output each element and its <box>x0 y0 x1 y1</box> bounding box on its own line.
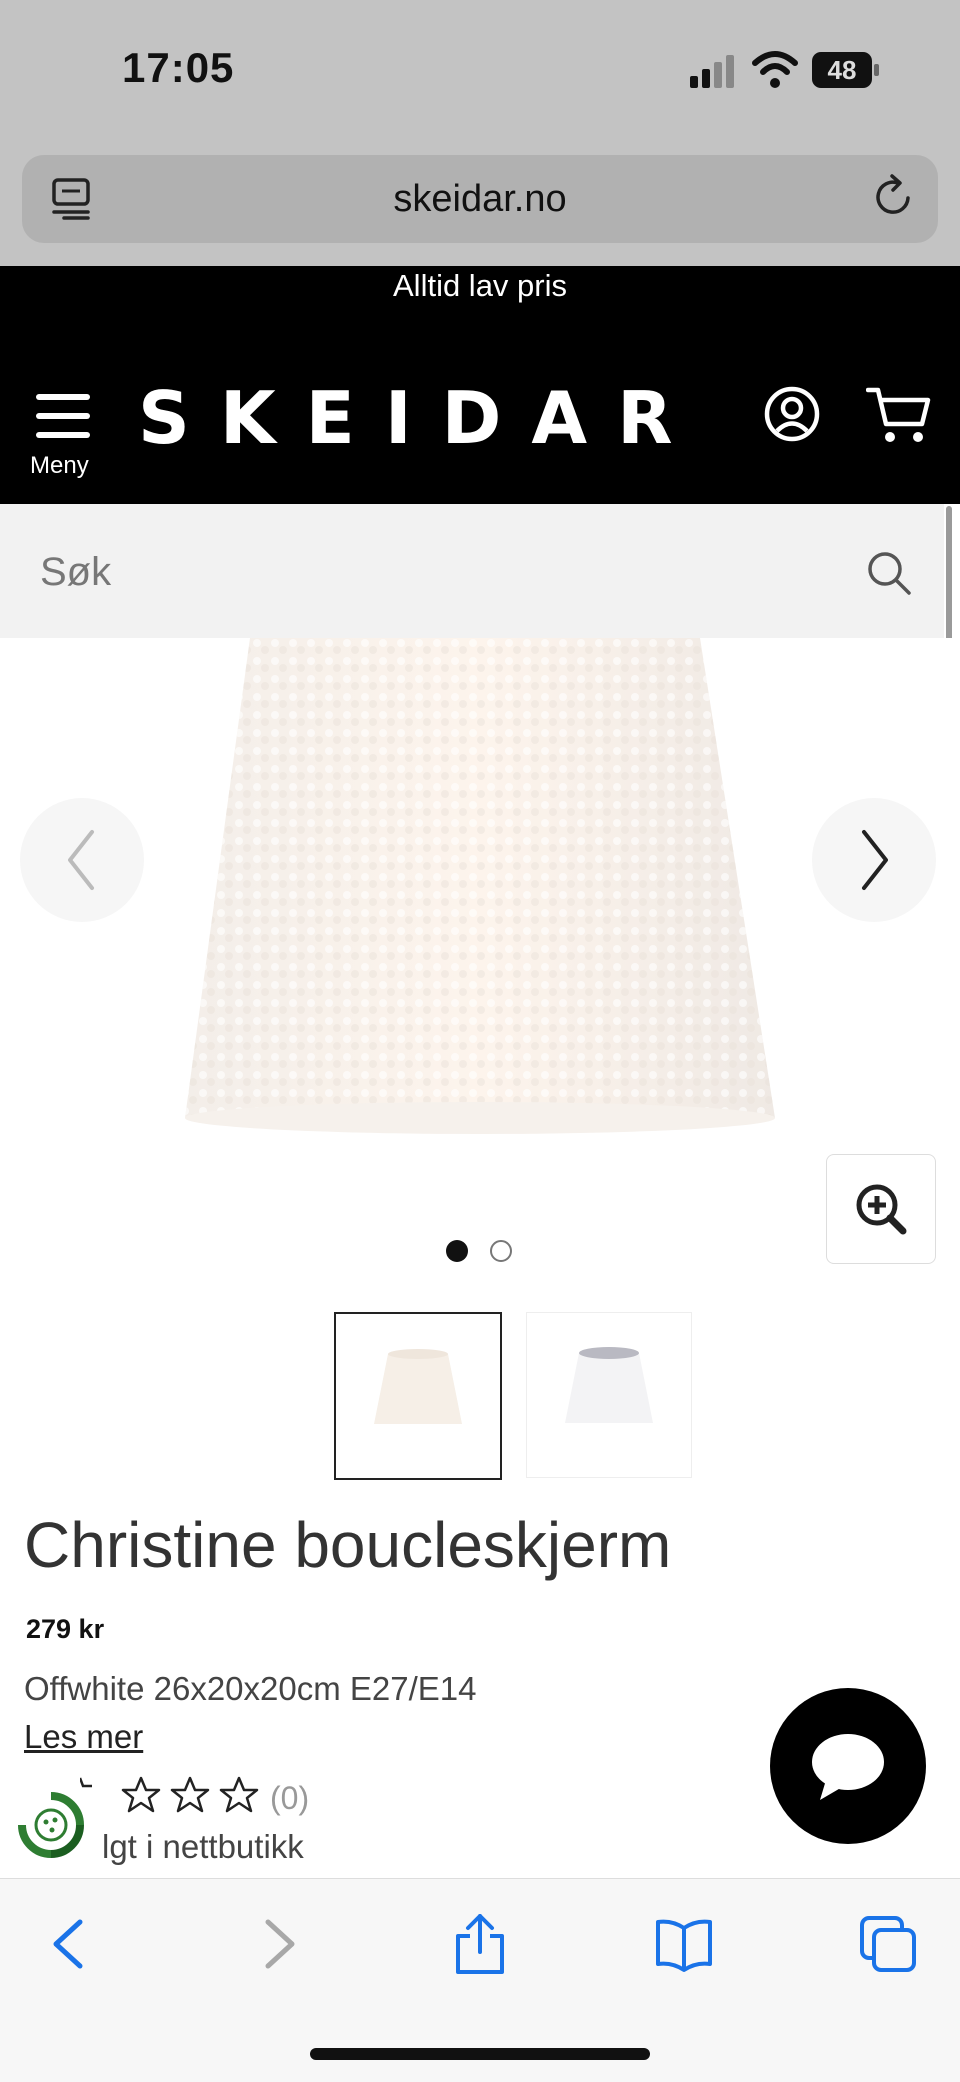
site-logo[interactable]: SKEIDAR <box>138 376 673 460</box>
menu-label[interactable]: Meny <box>30 452 89 480</box>
signal-icon <box>690 55 734 88</box>
product-variant: Offwhite 26x20x20cm E27/E14 <box>24 1670 477 1707</box>
star-icon <box>170 1776 210 1813</box>
carousel-dot-2[interactable] <box>490 1240 512 1262</box>
menu-icon[interactable] <box>34 392 92 440</box>
eco-recycle-icon <box>18 1792 84 1858</box>
star-icon <box>80 1777 92 1788</box>
reload-icon[interactable] <box>870 174 916 220</box>
back-icon[interactable] <box>40 1914 100 1974</box>
wifi-icon <box>752 51 798 88</box>
carousel-dot-1[interactable] <box>446 1240 468 1262</box>
search-icon[interactable] <box>866 550 912 596</box>
status-time: 17:05 <box>122 44 235 91</box>
next-image-button[interactable] <box>812 798 936 922</box>
search-bar[interactable] <box>0 504 944 638</box>
cart-icon[interactable] <box>866 384 932 446</box>
chevron-left-icon <box>68 830 94 890</box>
thumbnail-lampshade-boucle <box>374 1349 462 1424</box>
search-input[interactable]: Søk <box>40 550 111 595</box>
thumbnail-lampshade-white <box>565 1347 653 1423</box>
product-price: 279 kr <box>26 1614 105 1644</box>
promo-banner: Alltid lav pris <box>393 268 567 303</box>
tabs-icon[interactable] <box>50 176 94 220</box>
forward-icon[interactable] <box>248 1914 308 1974</box>
home-indicator[interactable] <box>310 2048 650 2060</box>
product-title: Christine boucleskjerm <box>24 1509 672 1581</box>
previous-image-button[interactable] <box>20 798 144 922</box>
bookmarks-icon[interactable] <box>654 1914 714 1974</box>
user-icon[interactable] <box>764 386 820 442</box>
rating-count[interactable]: (0) <box>270 1780 309 1817</box>
share-icon[interactable] <box>450 1914 510 1974</box>
tabs-overview-icon[interactable] <box>858 1914 918 1974</box>
url-text[interactable]: skeidar.no <box>0 178 960 221</box>
battery-icon: 48 <box>812 52 880 88</box>
chevron-right-icon <box>862 830 888 890</box>
product-thumbnail-2[interactable] <box>526 1312 692 1478</box>
product-thumbnail-1[interactable] <box>334 1312 502 1480</box>
chat-button[interactable] <box>770 1688 926 1844</box>
battery-level: 48 <box>827 55 857 85</box>
chat-icon <box>812 1734 884 1800</box>
star-icon <box>219 1776 259 1813</box>
read-more-link[interactable]: Les mer <box>24 1718 143 1756</box>
zoom-in-icon <box>856 1184 907 1235</box>
zoom-button[interactable] <box>826 1154 936 1264</box>
star-icon <box>121 1776 161 1813</box>
stock-status: lgt i nettbutikk <box>102 1828 304 1865</box>
